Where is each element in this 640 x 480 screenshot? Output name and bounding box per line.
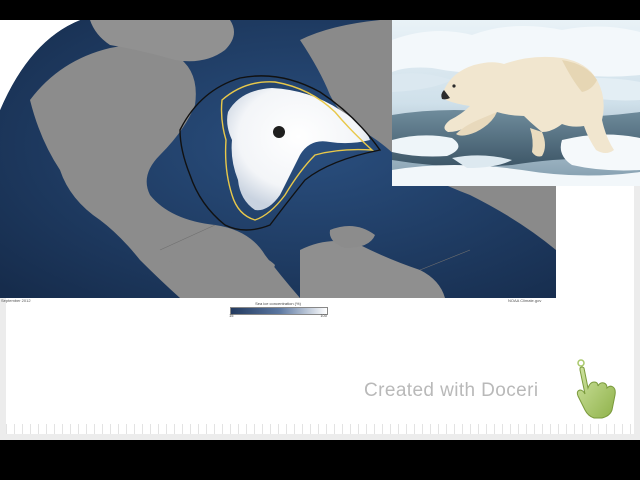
polar-bear-photo	[392, 20, 640, 186]
north-pole-marker	[273, 126, 285, 138]
ice-concentration-legend: Sea ice concentration (%) 15 100	[228, 301, 328, 319]
legend-color-bar	[230, 307, 328, 315]
pointing-hand-icon	[576, 359, 616, 419]
legend-min-label: 15	[229, 313, 234, 318]
doceri-watermark: Created with Doceri	[364, 380, 539, 401]
map-caption-date: September 2012	[1, 298, 31, 303]
legend-max-label: 100	[320, 313, 327, 318]
bottom-ruler	[6, 424, 634, 434]
legend-title: Sea ice concentration (%)	[255, 301, 301, 306]
map-caption-source: NOAA Climate.gov	[508, 298, 542, 303]
